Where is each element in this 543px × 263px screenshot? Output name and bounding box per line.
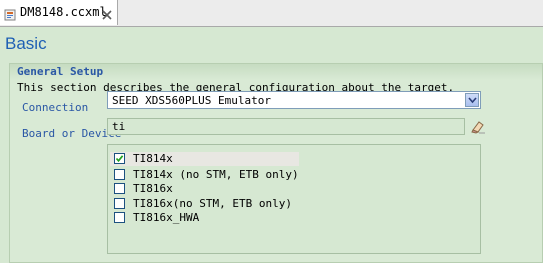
tab-dm8148-ccxml[interactable]: DM8148.ccxml: [0, 0, 118, 25]
device-item-ti814x[interactable]: TI814x: [108, 152, 480, 166]
editor-area: Basic General Setup This section describ…: [0, 27, 543, 263]
device-checkbox[interactable]: [114, 198, 125, 209]
editor-tab-bar: DM8148.ccxml: [0, 0, 543, 27]
device-item-ti816x-no-stm[interactable]: TI816x(no STM, ETB only): [108, 197, 480, 211]
checkmark-icon: [115, 155, 124, 163]
tab-label: DM8148.ccxml: [20, 5, 107, 19]
device-item-ti814x-no-stm[interactable]: TI814x (no STM, ETB only): [108, 168, 480, 182]
device-checkbox[interactable]: [114, 169, 125, 180]
device-label: TI814x (no STM, ETB only): [133, 168, 299, 181]
xml-file-icon: [4, 6, 16, 21]
page-title: Basic: [5, 34, 47, 53]
connection-select[interactable]: SEED XDS560PLUS Emulator: [107, 91, 481, 109]
connection-label: Connection: [22, 101, 89, 114]
section-title: General Setup: [17, 65, 104, 78]
device-checkbox[interactable]: [114, 153, 125, 164]
device-label: TI816x: [133, 182, 173, 195]
device-checkbox[interactable]: [114, 212, 125, 223]
chevron-down-icon[interactable]: [465, 93, 479, 107]
device-list: TI814x TI814x (no STM, ETB only) TI816x …: [107, 144, 481, 254]
device-label: TI816x(no STM, ETB only): [133, 197, 292, 210]
device-checkbox[interactable]: [114, 183, 125, 194]
device-item-ti816x-hwa[interactable]: TI816x_HWA: [108, 211, 480, 225]
board-filter-input[interactable]: [107, 118, 465, 135]
device-label: TI814x: [133, 152, 173, 165]
device-item-ti816x[interactable]: TI816x: [108, 182, 480, 196]
device-label: TI816x_HWA: [133, 211, 200, 224]
section-header: General Setup: [10, 64, 542, 80]
eraser-icon[interactable]: [470, 119, 486, 135]
connection-value: SEED XDS560PLUS Emulator: [112, 94, 271, 107]
close-icon[interactable]: [101, 6, 113, 20]
